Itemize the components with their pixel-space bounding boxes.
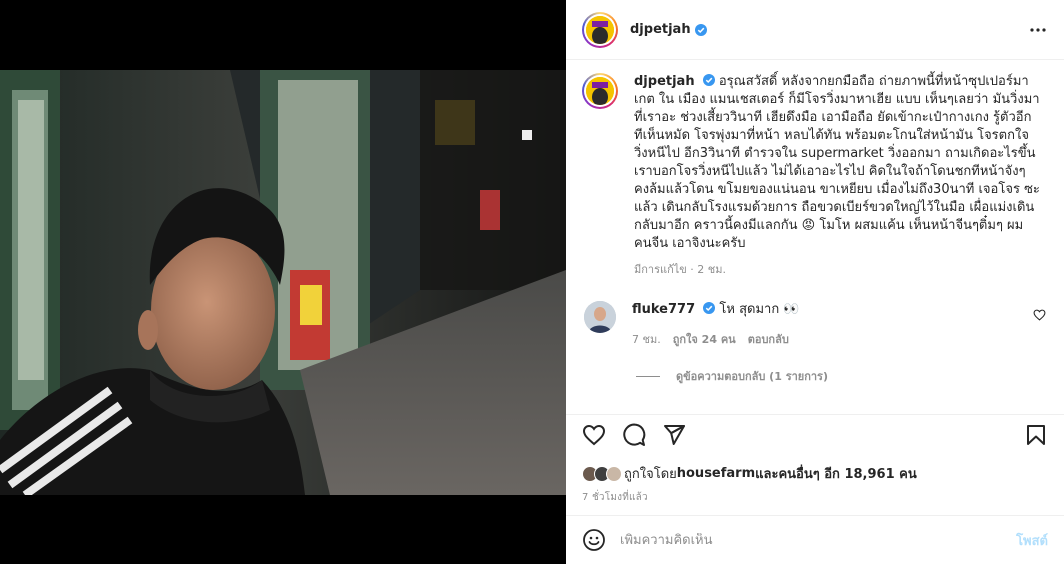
comment-item: fluke777 โห สุดมาก 👀 7 ชม. ถูกใจ 24 คน ต… (582, 301, 1048, 349)
likes-prefix: ถูกใจโดย (624, 467, 677, 482)
action-icons (582, 423, 1048, 447)
caption: djpetjah อรุณสวัสดิ์ หลังจากยกมือถือ ถ่า… (582, 73, 1048, 279)
caption-meta: มีการแก้ไข · 2 ชม. (634, 263, 726, 276)
avatar-art (586, 15, 614, 44)
replies-divider-line (636, 375, 660, 377)
author-username[interactable]: djpetjah (630, 22, 691, 37)
comment-meta: 7 ชม. ถูกใจ 24 คน ตอบกลับ (632, 331, 800, 349)
commenter-avatar-art (584, 301, 616, 333)
post-header: djpetjah (566, 0, 1064, 60)
post-photo[interactable] (0, 70, 566, 495)
share-icon[interactable] (662, 423, 686, 447)
add-comment-bar: โพสต์ (566, 515, 1064, 564)
liker-avatar (606, 465, 622, 482)
view-replies-button[interactable]: ดูข้อความตอบกลับ (1 รายการ) (636, 367, 1048, 385)
likers-avatars[interactable] (582, 465, 622, 482)
caption-avatar-image (586, 77, 614, 105)
verified-badge-icon (694, 23, 707, 36)
comment-like-heart-icon[interactable] (1033, 309, 1046, 321)
caption-avatar[interactable] (582, 73, 618, 109)
comment-reply-button[interactable]: ตอบกลับ (748, 331, 789, 349)
likes-user-link[interactable]: housefarm (677, 466, 755, 481)
likes-count[interactable]: และคนอื่นๆ อีก 18,961 คน (755, 463, 917, 484)
post-dialog: djpetjah djpetjah อรุณสวัสดิ์ หลังจากยกม… (0, 0, 1064, 564)
add-comment-input[interactable] (620, 532, 1010, 548)
caption-text-block: djpetjah อรุณสวัสดิ์ หลังจากยกมือถือ ถ่า… (634, 73, 1040, 253)
comment-likes[interactable]: ถูกใจ 24 คน (673, 331, 736, 349)
emoji-icon[interactable] (582, 528, 606, 552)
post-comment-button[interactable]: โพสต์ (1016, 530, 1048, 551)
view-replies-label: ดูข้อความตอบกลับ (1 รายการ) (676, 370, 828, 383)
bookmark-icon[interactable] (1024, 423, 1048, 447)
caption-text: อรุณสวัสดิ์ หลังจากยกมือถือ ถ่ายภาพนี้ที… (634, 74, 1040, 251)
heart-icon[interactable] (582, 423, 606, 447)
likes-summary: ถูกใจโดย housefarm และคนอื่นๆ อีก 18,961… (582, 463, 1048, 484)
caption-username[interactable]: djpetjah (634, 74, 695, 89)
caption-verified-badge-icon (702, 74, 715, 86)
caption-body: djpetjah อรุณสวัสดิ์ หลังจากยกมือถือ ถ่า… (634, 73, 1040, 279)
author-avatar[interactable] (582, 11, 618, 48)
post-timestamp[interactable]: 7 ชั่วโมงที่แล้ว (582, 490, 1048, 505)
comment-icon[interactable] (622, 423, 646, 447)
comment-body: fluke777 โห สุดมาก 👀 7 ชม. ถูกใจ 24 คน ต… (632, 301, 800, 349)
selfie-photo-image (0, 70, 566, 495)
commenter-username[interactable]: fluke777 (632, 302, 695, 317)
post-actions: ถูกใจโดย housefarm และคนอื่นๆ อีก 18,961… (566, 414, 1064, 514)
author-avatar-frame (584, 13, 616, 46)
commenter-avatar[interactable] (584, 301, 616, 333)
comment-line: fluke777 โห สุดมาก 👀 (632, 301, 800, 319)
comment-time: 7 ชม. (632, 333, 661, 346)
author-avatar-image (586, 15, 614, 44)
more-options-icon[interactable] (1028, 21, 1048, 39)
caption-avatar-art (586, 77, 614, 105)
caption-avatar-frame (584, 75, 616, 107)
commenter-verified-badge-icon (703, 302, 716, 314)
post-details-panel: djpetjah djpetjah อรุณสวัสดิ์ หลังจากยกม… (566, 0, 1064, 564)
caption-avatar-wrap (582, 73, 618, 279)
comments-section: djpetjah อรุณสวัสดิ์ หลังจากยกมือถือ ถ่า… (566, 61, 1064, 414)
comment-text: โห สุดมาก 👀 (719, 302, 800, 317)
media-panel (0, 0, 566, 564)
